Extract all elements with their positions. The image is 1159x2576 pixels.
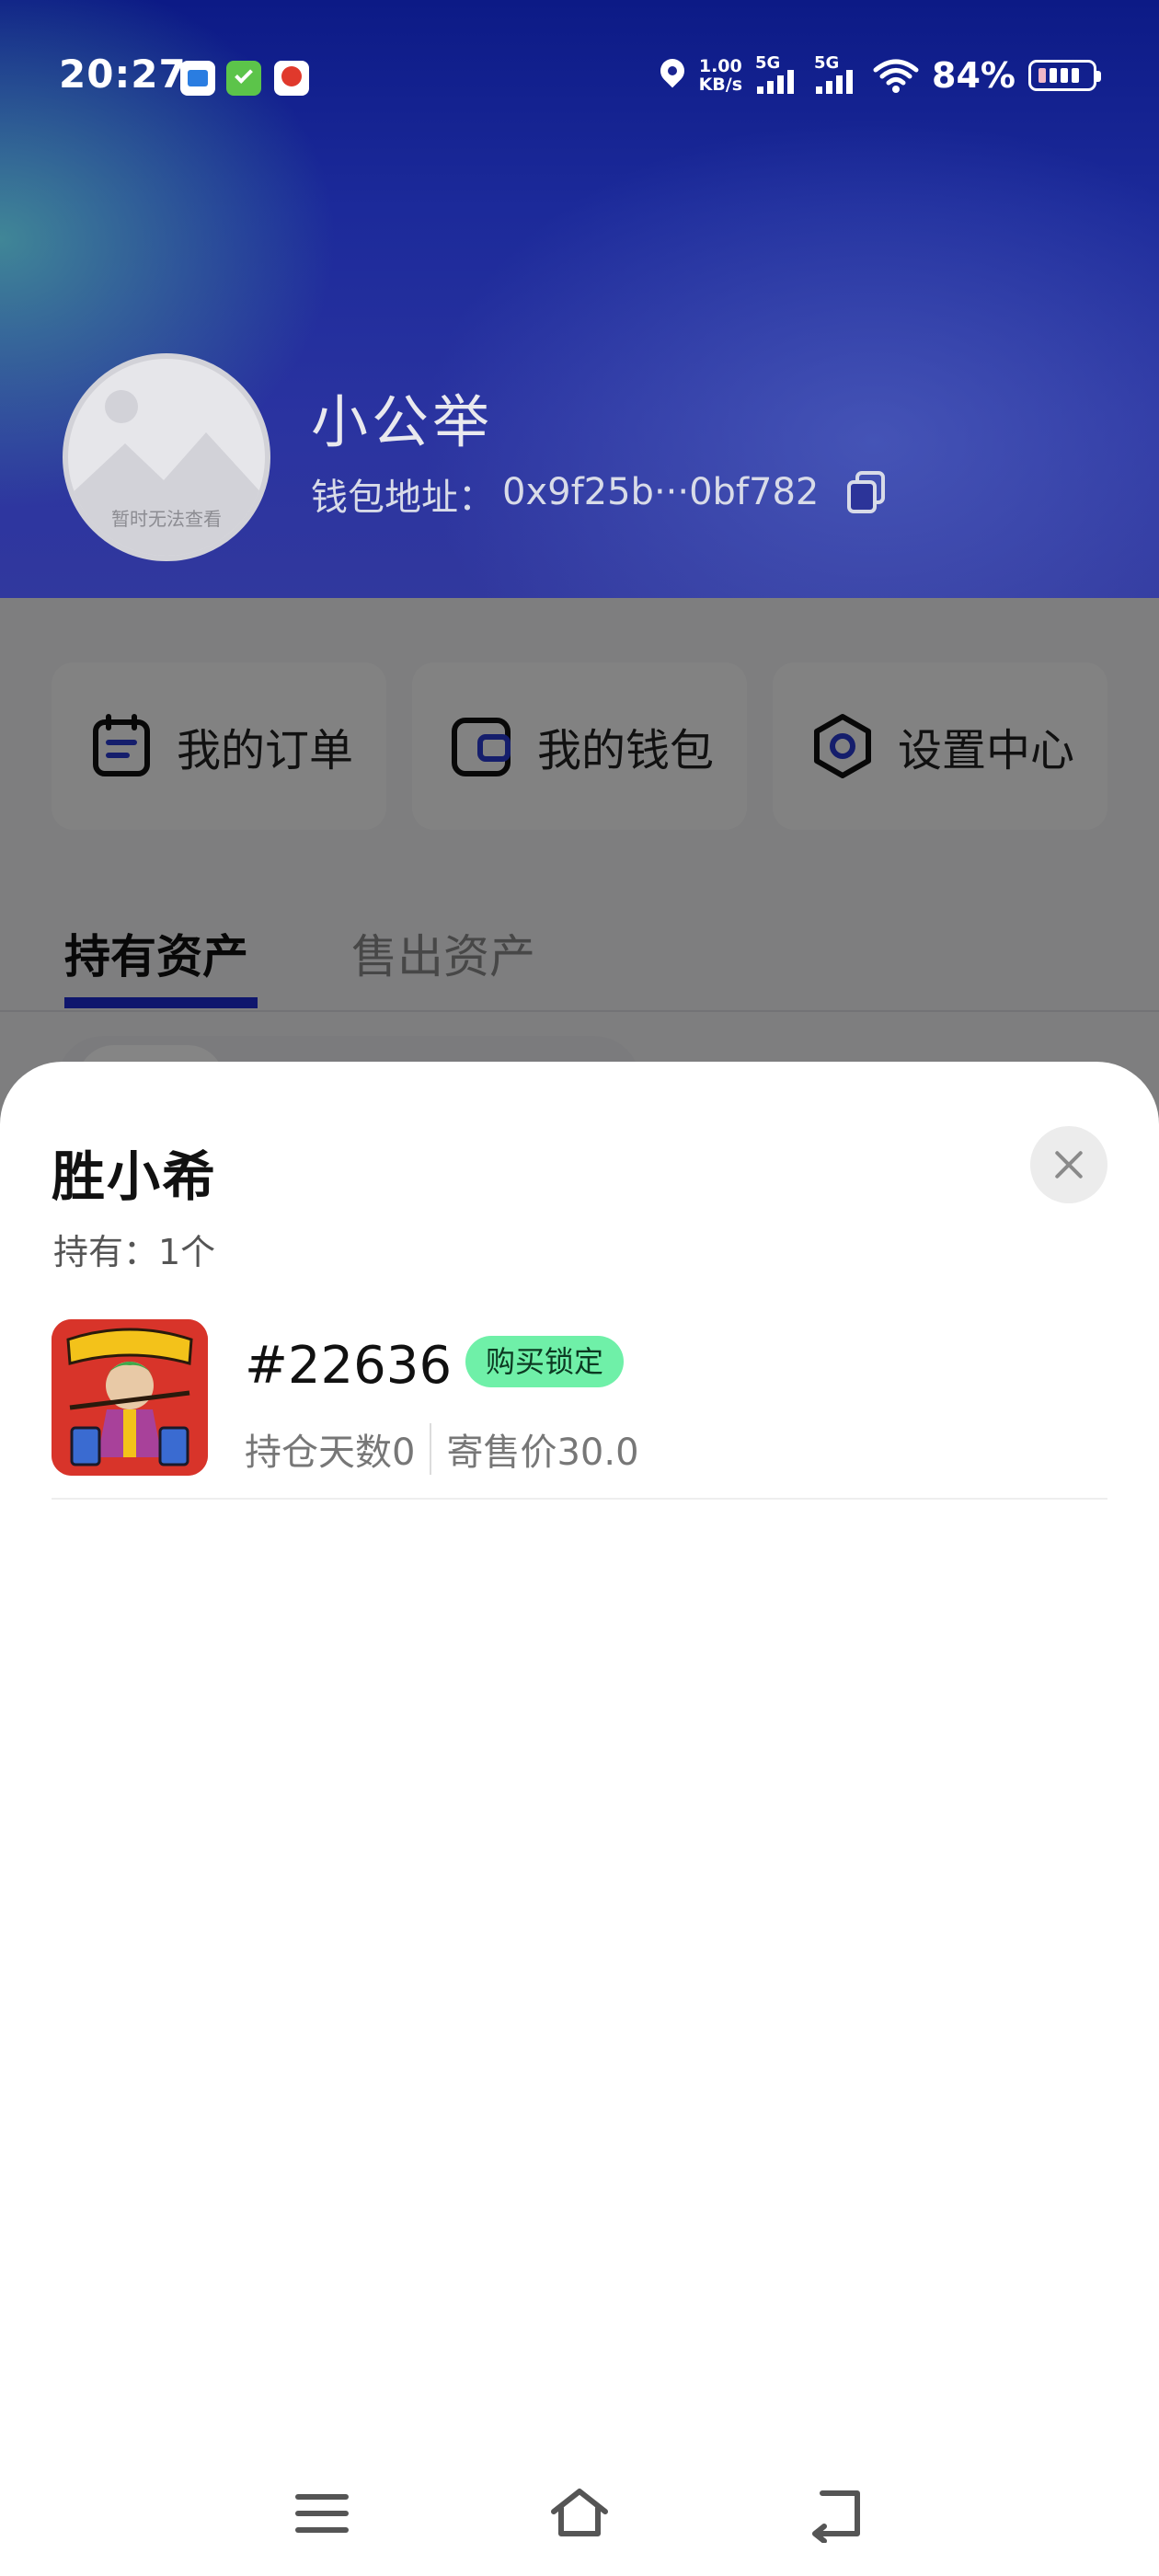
notification-app-icon [180, 61, 215, 96]
item-thumbnail [52, 1319, 208, 1476]
network-speed: 1.00 KB/s [698, 56, 743, 95]
back-icon[interactable] [809, 2484, 868, 2543]
item-meta: 持仓天数0 寄售价30.0 [245, 1422, 639, 1476]
user-name: 小公举 [311, 388, 494, 455]
profile-header: 20:27 1.00 KB/s 5G 5G 84% 暂时无法查看 小公举 钱包地… [0, 0, 1159, 598]
item-token-id: #22636 [245, 1336, 453, 1396]
battery-percent: 84% [932, 55, 1016, 96]
avatar[interactable]: 暂时无法查看 [63, 353, 270, 561]
hold-days: 持仓天数0 [245, 1432, 416, 1474]
location-icon [659, 59, 686, 92]
wifi-icon [873, 59, 919, 93]
notification-check-icon [226, 61, 261, 96]
list-item[interactable]: #22636 购买锁定 持仓天数0 寄售价30.0 [52, 1319, 1107, 1500]
held-count: 持有：1个 [53, 1232, 216, 1272]
signal-icon: 5G [755, 53, 801, 98]
close-icon[interactable] [1030, 1126, 1107, 1203]
signal-icon: 5G [814, 53, 860, 98]
system-nav-bar [0, 2447, 1159, 2576]
copy-icon[interactable] [844, 469, 889, 515]
home-icon[interactable] [550, 2484, 609, 2543]
wallet-address-label: 钱包地址： [311, 477, 495, 519]
status-bar: 20:27 1.00 KB/s 5G 5G 84% [0, 0, 1159, 156]
wallet-address: 0x9f25b···0bf782 [502, 471, 820, 513]
status-badge: 购买锁定 [465, 1336, 625, 1387]
notification-app-icon [274, 61, 309, 96]
battery-icon [1028, 60, 1101, 91]
menu-icon[interactable] [293, 2484, 351, 2543]
avatar-placeholder-text: 暂时无法查看 [111, 508, 222, 530]
status-time: 20:27 [59, 52, 187, 97]
asset-detail-sheet: 胜小希 持有：1个 #22636 购买锁定 持仓天数0 寄售价30.0 [0, 1062, 1159, 2576]
status-indicators: 1.00 KB/s 5G 5G 84% [659, 52, 1101, 99]
divider [430, 1423, 432, 1475]
sheet-title: 胜小希 [52, 1145, 218, 1208]
consign-price: 寄售价30.0 [446, 1432, 639, 1474]
